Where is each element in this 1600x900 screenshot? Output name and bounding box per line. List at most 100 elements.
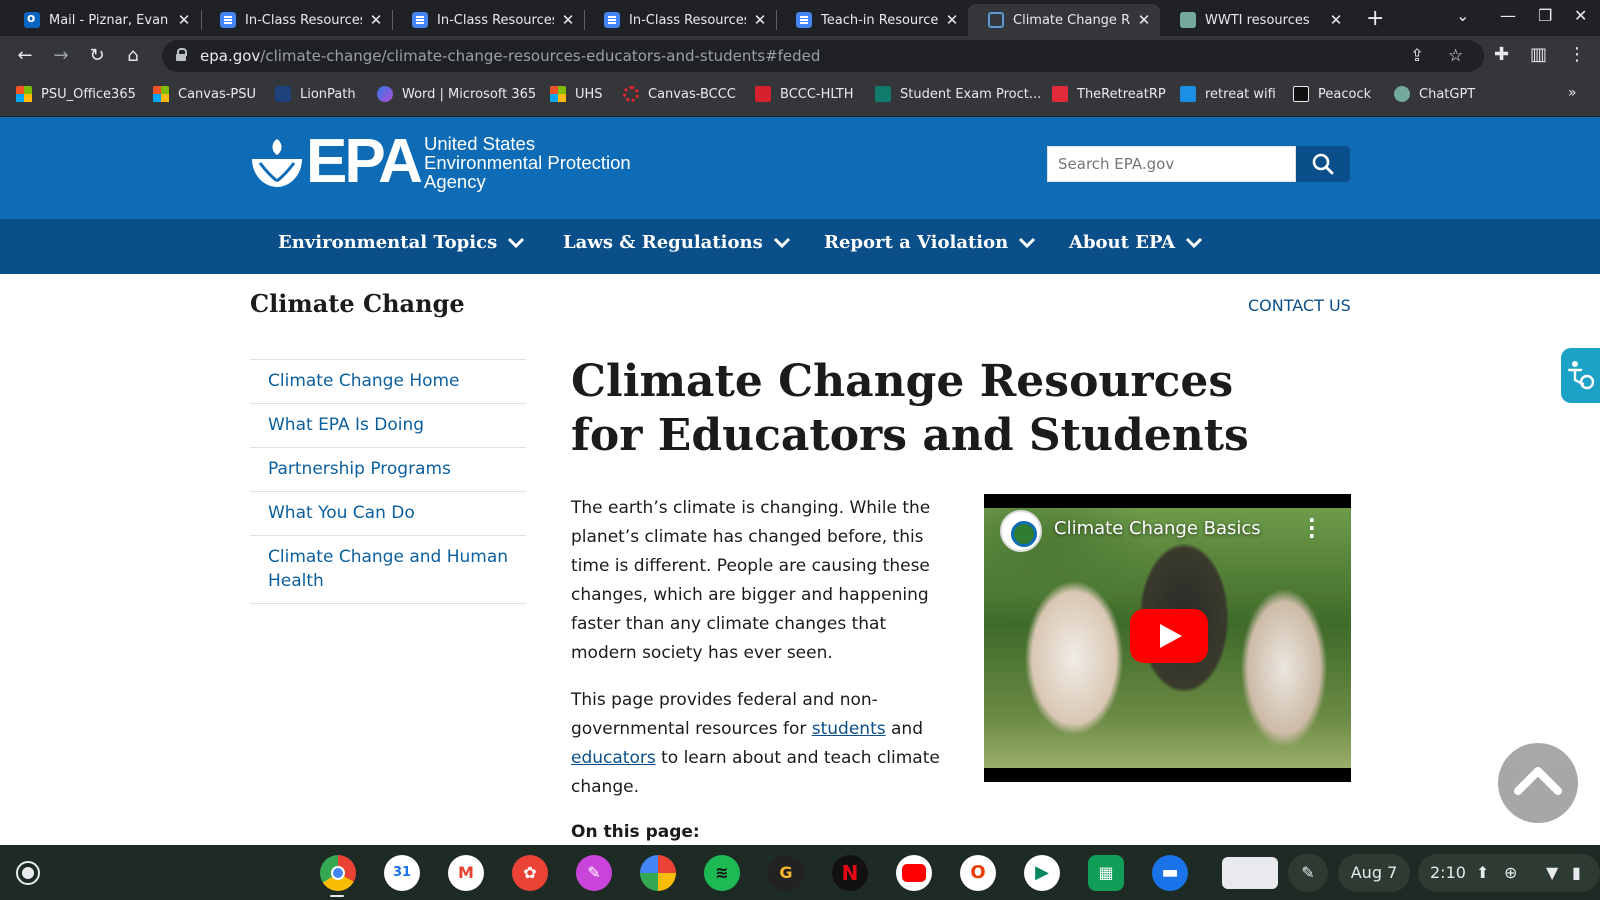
bookmark-retreat-wifi[interactable]: retreat wifi [1180, 86, 1276, 102]
search-button[interactable] [1296, 146, 1350, 182]
minimize-icon[interactable]: — [1500, 6, 1516, 25]
bookmark-canvas-bccc[interactable]: Canvas-BCCC [623, 86, 736, 102]
play-store-app-icon[interactable]: ▶ [1024, 855, 1060, 891]
grammarly-app-icon[interactable]: G [768, 855, 804, 891]
url-text[interactable]: epa.gov/climate-change/climate-change-re… [200, 47, 820, 65]
bookmark-peacock[interactable]: Peacock [1293, 86, 1371, 102]
office-app-icon[interactable]: O [960, 855, 996, 891]
youtube-app-icon[interactable] [896, 855, 932, 891]
gmail-glyph-icon: M [458, 863, 474, 882]
video-player[interactable]: Climate Change Basics · · · [984, 494, 1351, 782]
browser-tab-in-class-2[interactable]: In-Class Resources ✕ [392, 4, 584, 36]
nav-laws-regulations[interactable]: Laws & Regulations [563, 232, 791, 253]
side-panel-icon[interactable]: ▥ [1530, 44, 1547, 65]
extensions-icon[interactable]: ✚ [1494, 44, 1509, 65]
more-bookmarks-icon[interactable]: » [1568, 85, 1577, 101]
close-icon[interactable]: ✕ [368, 11, 384, 29]
photos-app-icon[interactable] [640, 855, 676, 891]
sidenav-partnership-programs[interactable]: Partnership Programs [250, 448, 526, 492]
status-tray[interactable]: 2:10 ⬆ ⊕ ▼ ▮ [1418, 854, 1600, 892]
calendar-app-icon[interactable]: 31 [384, 855, 420, 891]
holding-space-icon[interactable] [1222, 857, 1278, 889]
browser-menu-icon[interactable]: ⋮ [1568, 44, 1586, 65]
chevron-down-icon [773, 237, 790, 248]
close-icon[interactable]: ✕ [1136, 11, 1152, 29]
browser-tab-in-class-3[interactable]: In-Class Resources ✕ [584, 4, 776, 36]
chatgpt-icon [1180, 12, 1196, 28]
search-field[interactable] [1047, 146, 1296, 182]
browser-toolbar: ← → ↻ ⌂ epa.gov/climate-change/climate-c… [0, 36, 1600, 76]
home-icon[interactable]: ⌂ [120, 43, 146, 69]
nav-report-violation[interactable]: Report a Violation [824, 232, 1036, 253]
browser-tab-teach-in[interactable]: Teach-in Resources ✕ [776, 4, 968, 36]
chrome-app-icon[interactable] [320, 855, 356, 891]
browser-tab-mail[interactable]: Mail - Piznar, Evan ✕ [4, 4, 200, 36]
sidenav-what-epa-is-doing[interactable]: What EPA Is Doing [250, 404, 526, 448]
date-tray-button[interactable]: Aug 7 [1338, 854, 1410, 892]
canvas-app-icon[interactable]: ✎ [576, 855, 612, 891]
gmail-app-icon[interactable]: M [448, 855, 484, 891]
reload-icon[interactable]: ↻ [84, 43, 110, 69]
bookmark-student-exam[interactable]: Student Exam Proct... [875, 86, 1041, 102]
play-icon[interactable] [1130, 609, 1208, 663]
microsoft-icon [16, 86, 32, 102]
sidenav-what-you-can-do[interactable]: What You Can Do [250, 492, 526, 536]
netflix-app-icon[interactable]: N [832, 855, 868, 891]
add-circle-icon: ⊕ [1504, 863, 1518, 882]
close-icon[interactable]: ✕ [560, 11, 576, 29]
spotify-app-icon[interactable]: ≋ [704, 855, 740, 891]
browser-tab-in-class-1[interactable]: In-Class Resources ✕ [200, 4, 392, 36]
agency-name[interactable]: United States Environmental Protection A… [424, 134, 631, 191]
search-input[interactable] [1048, 147, 1295, 181]
accessibility-widget-button[interactable] [1561, 348, 1600, 403]
close-icon[interactable]: ✕ [944, 11, 960, 29]
files-app-icon[interactable]: ▬ [1152, 855, 1188, 891]
bookmark-retreat-rp[interactable]: TheRetreatRP [1052, 86, 1166, 102]
bookmark-star-icon[interactable]: ☆ [1448, 46, 1463, 66]
stylus-tools-button[interactable]: ✎ [1288, 854, 1328, 892]
bookmark-bccc-hlth[interactable]: BCCC-HLTH [755, 86, 854, 102]
battery-icon: ▮ [1572, 863, 1581, 882]
video-more-icon[interactable]: · · · [1308, 510, 1316, 546]
paint-app-icon[interactable]: ✿ [512, 855, 548, 891]
video-title[interactable]: Climate Change Basics [1054, 518, 1261, 539]
epa-flower-logo-icon[interactable] [250, 137, 304, 189]
close-icon[interactable]: ✕ [176, 11, 192, 29]
bookmark-word-365[interactable]: Word | Microsoft 365 [377, 86, 536, 102]
restore-icon[interactable]: ❐ [1538, 6, 1552, 25]
youtube-glyph-icon [902, 864, 926, 882]
window-close-icon[interactable]: ✕ [1574, 6, 1587, 25]
close-icon[interactable]: ✕ [752, 11, 768, 29]
side-navigation: Climate Change Home What EPA Is Doing Pa… [250, 359, 526, 604]
page-title: Climate Change Resources for Educators a… [571, 356, 1249, 461]
students-link[interactable]: students [812, 719, 886, 739]
microsoft-icon [153, 86, 169, 102]
browser-tab-wwti[interactable]: WWTI resources ✕ [1160, 4, 1352, 36]
bookmark-uhs[interactable]: UHS [550, 86, 603, 102]
close-icon[interactable]: ✕ [1328, 11, 1344, 29]
back-to-top-button[interactable] [1498, 743, 1578, 823]
share-icon[interactable]: ⇪ [1410, 46, 1424, 66]
educators-link[interactable]: educators [571, 748, 656, 768]
bookmark-canvas-psu[interactable]: Canvas-PSU [153, 86, 256, 102]
tab-search-chevron-icon[interactable]: ⌄ [1456, 6, 1469, 25]
channel-logo-icon[interactable] [1000, 510, 1042, 552]
sidenav-human-health[interactable]: Climate Change and Human Health [250, 536, 526, 604]
sheets-app-icon[interactable]: ▦ [1088, 855, 1124, 891]
epa-logo-text[interactable]: EPA [306, 131, 423, 193]
browser-tab-climate-change[interactable]: Climate Change Re ✕ [968, 4, 1160, 36]
bookmark-psu-office365[interactable]: PSU_Office365 [16, 86, 136, 102]
bookmark-chatgpt[interactable]: ChatGPT [1394, 86, 1475, 102]
new-tab-plus-icon[interactable]: + [1366, 6, 1384, 31]
sidenav-climate-change-home[interactable]: Climate Change Home [250, 360, 526, 404]
address-bar[interactable]: epa.gov/climate-change/climate-change-re… [162, 40, 1484, 72]
launcher-icon[interactable] [16, 861, 40, 885]
nav-about-epa[interactable]: About EPA [1069, 232, 1203, 253]
main-navigation [0, 219, 1600, 274]
forward-arrow-icon[interactable]: → [48, 43, 74, 69]
nav-environmental-topics[interactable]: Environmental Topics [278, 232, 525, 253]
lionpath-icon [275, 86, 291, 102]
contact-us-link[interactable]: CONTACT US [1248, 296, 1351, 315]
bookmark-lionpath[interactable]: LionPath [275, 86, 356, 102]
back-arrow-icon[interactable]: ← [12, 43, 38, 69]
